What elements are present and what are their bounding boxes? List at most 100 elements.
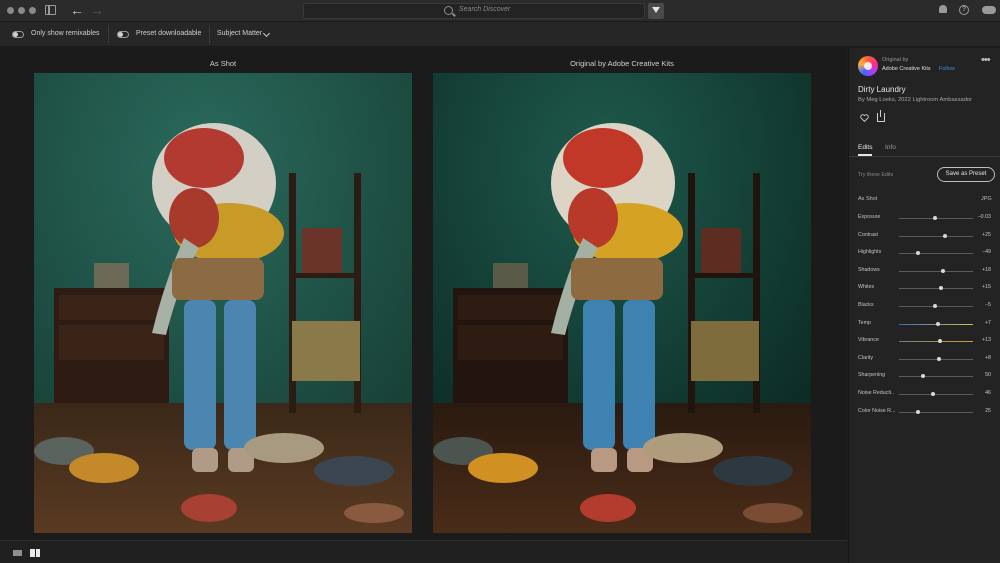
photo-byline: By Meg Loeks, 2022 Lightroom Ambassador: [858, 97, 973, 103]
search-icon: [444, 6, 453, 15]
minimize-window-dot[interactable]: [18, 7, 25, 14]
slider-value: +25: [982, 231, 991, 238]
slider-track[interactable]: [899, 356, 973, 361]
tab-info[interactable]: Info: [885, 144, 896, 151]
slider-track[interactable]: [899, 304, 973, 308]
slider-thumb[interactable]: [937, 339, 942, 344]
slider-track[interactable]: [899, 392, 973, 396]
slider-track[interactable]: [899, 321, 973, 326]
preset-label[interactable]: Preset downloadable: [136, 30, 201, 37]
slider-thumb[interactable]: [933, 216, 938, 220]
tab-divider: [849, 156, 1000, 157]
slider-thumb[interactable]: [921, 374, 926, 379]
share-icon[interactable]: [877, 110, 885, 122]
help-icon[interactable]: ?: [959, 5, 969, 15]
slider-track[interactable]: [899, 251, 973, 256]
slider-thumb[interactable]: [939, 286, 944, 291]
slider-value: +13: [982, 337, 991, 344]
search-placeholder: Search Discover: [459, 6, 511, 13]
slider-track[interactable]: [899, 216, 973, 220]
slider-label: Whites: [858, 284, 875, 291]
slider-value: −5: [984, 302, 991, 308]
divider: [209, 25, 210, 44]
window-controls[interactable]: [7, 7, 36, 14]
slider-track[interactable]: [899, 339, 973, 344]
cloud-icon[interactable]: [982, 6, 996, 14]
slider-label: Color Noise R...: [858, 407, 896, 414]
chevron-down-icon[interactable]: [262, 29, 271, 38]
slider-track[interactable]: [899, 268, 973, 273]
author-name[interactable]: Adobe Creative Kits: [882, 66, 931, 72]
slider-value: +8: [984, 354, 991, 361]
save-as-preset-button[interactable]: Save as Preset: [937, 167, 995, 182]
slider-track[interactable]: [899, 286, 973, 291]
slider-thumb[interactable]: [936, 321, 941, 326]
after-photo[interactable]: [433, 73, 811, 533]
slider-label: Temp: [858, 319, 871, 326]
slider-label: Sharpening: [858, 372, 886, 379]
heart-icon[interactable]: [860, 114, 869, 122]
as-shot-label: As Shot: [858, 196, 878, 202]
slider-thumb[interactable]: [942, 233, 947, 238]
back-arrow-icon[interactable]: ←: [70, 2, 84, 18]
slider-label: Highlights: [858, 249, 882, 256]
split-view-icon[interactable]: [30, 549, 40, 557]
search-input[interactable]: Search Discover: [303, 3, 645, 19]
view-mode-bar: [0, 540, 847, 563]
slider-row: Noise Reducti.. 46: [849, 390, 1000, 400]
slider-row: Blacks −5: [849, 302, 1000, 312]
slider-thumb[interactable]: [936, 356, 941, 361]
slider-row: Temp +7: [849, 320, 1000, 330]
details-panel: Original by Adobe Creative Kits Follow •…: [848, 48, 1000, 563]
original-by-label: Original by: [882, 57, 909, 63]
slider-row: Exposure −0.03: [849, 214, 1000, 224]
slider-label: Contrast: [858, 231, 879, 238]
tab-edits[interactable]: Edits: [858, 144, 873, 156]
bell-icon[interactable]: [938, 5, 948, 15]
toggle-sidebar-icon[interactable]: [45, 5, 56, 15]
slider-row: Color Noise R... 25: [849, 408, 1000, 418]
title-bar: ← → Search Discover ?: [0, 0, 1000, 22]
format-label: JPG: [981, 196, 992, 202]
slider-track[interactable]: [899, 374, 973, 379]
slider-thumb[interactable]: [915, 409, 920, 414]
slider-thumb[interactable]: [915, 251, 920, 256]
slider-row: Highlights −49: [849, 249, 1000, 259]
slider-value: +15: [982, 284, 991, 291]
slider-label: Noise Reducti..: [858, 390, 894, 396]
filter-bar: Only show remixables Preset downloadable…: [0, 22, 1000, 47]
slider-label: Exposure: [858, 214, 881, 220]
subject-matter-dropdown[interactable]: Subject Matter: [217, 30, 262, 37]
filter-funnel-button[interactable]: [648, 3, 664, 19]
before-photo[interactable]: [34, 73, 412, 533]
preset-toggle[interactable]: [117, 31, 129, 38]
photo-title: Dirty Laundry: [858, 85, 906, 94]
forward-arrow-icon[interactable]: →: [90, 2, 104, 18]
author-avatar[interactable]: [858, 56, 878, 76]
slider-value: −0.03: [977, 214, 991, 220]
slider-thumb[interactable]: [931, 392, 936, 396]
zoom-window-dot[interactable]: [29, 7, 36, 14]
slider-track[interactable]: [899, 233, 973, 238]
slider-value: 46: [985, 390, 991, 396]
slider-thumb[interactable]: [932, 304, 937, 308]
slider-row: Shadows +18: [849, 267, 1000, 277]
single-view-icon[interactable]: [13, 550, 22, 556]
after-label: Original by Adobe Creative Kits: [570, 59, 674, 68]
slider-thumb[interactable]: [940, 268, 945, 273]
slider-row: Whites +15: [849, 284, 1000, 294]
follow-link[interactable]: Follow: [939, 66, 955, 72]
slider-value: +7: [984, 319, 991, 326]
remixables-label[interactable]: Only show remixables: [31, 30, 99, 37]
slider-track[interactable]: [899, 409, 973, 414]
slider-value: 25: [985, 407, 991, 414]
more-options-icon[interactable]: •••: [981, 54, 991, 66]
compare-canvas: As Shot Original by Adobe Creative Kits: [0, 48, 847, 540]
slider-row: Vibrance +13: [849, 337, 1000, 347]
slider-label: Clarity: [858, 354, 874, 361]
slider-row: Contrast +25: [849, 232, 1000, 242]
close-window-dot[interactable]: [7, 7, 14, 14]
slider-value: 50: [985, 372, 991, 379]
slider-value: +18: [982, 266, 991, 273]
remixables-toggle[interactable]: [12, 31, 24, 38]
